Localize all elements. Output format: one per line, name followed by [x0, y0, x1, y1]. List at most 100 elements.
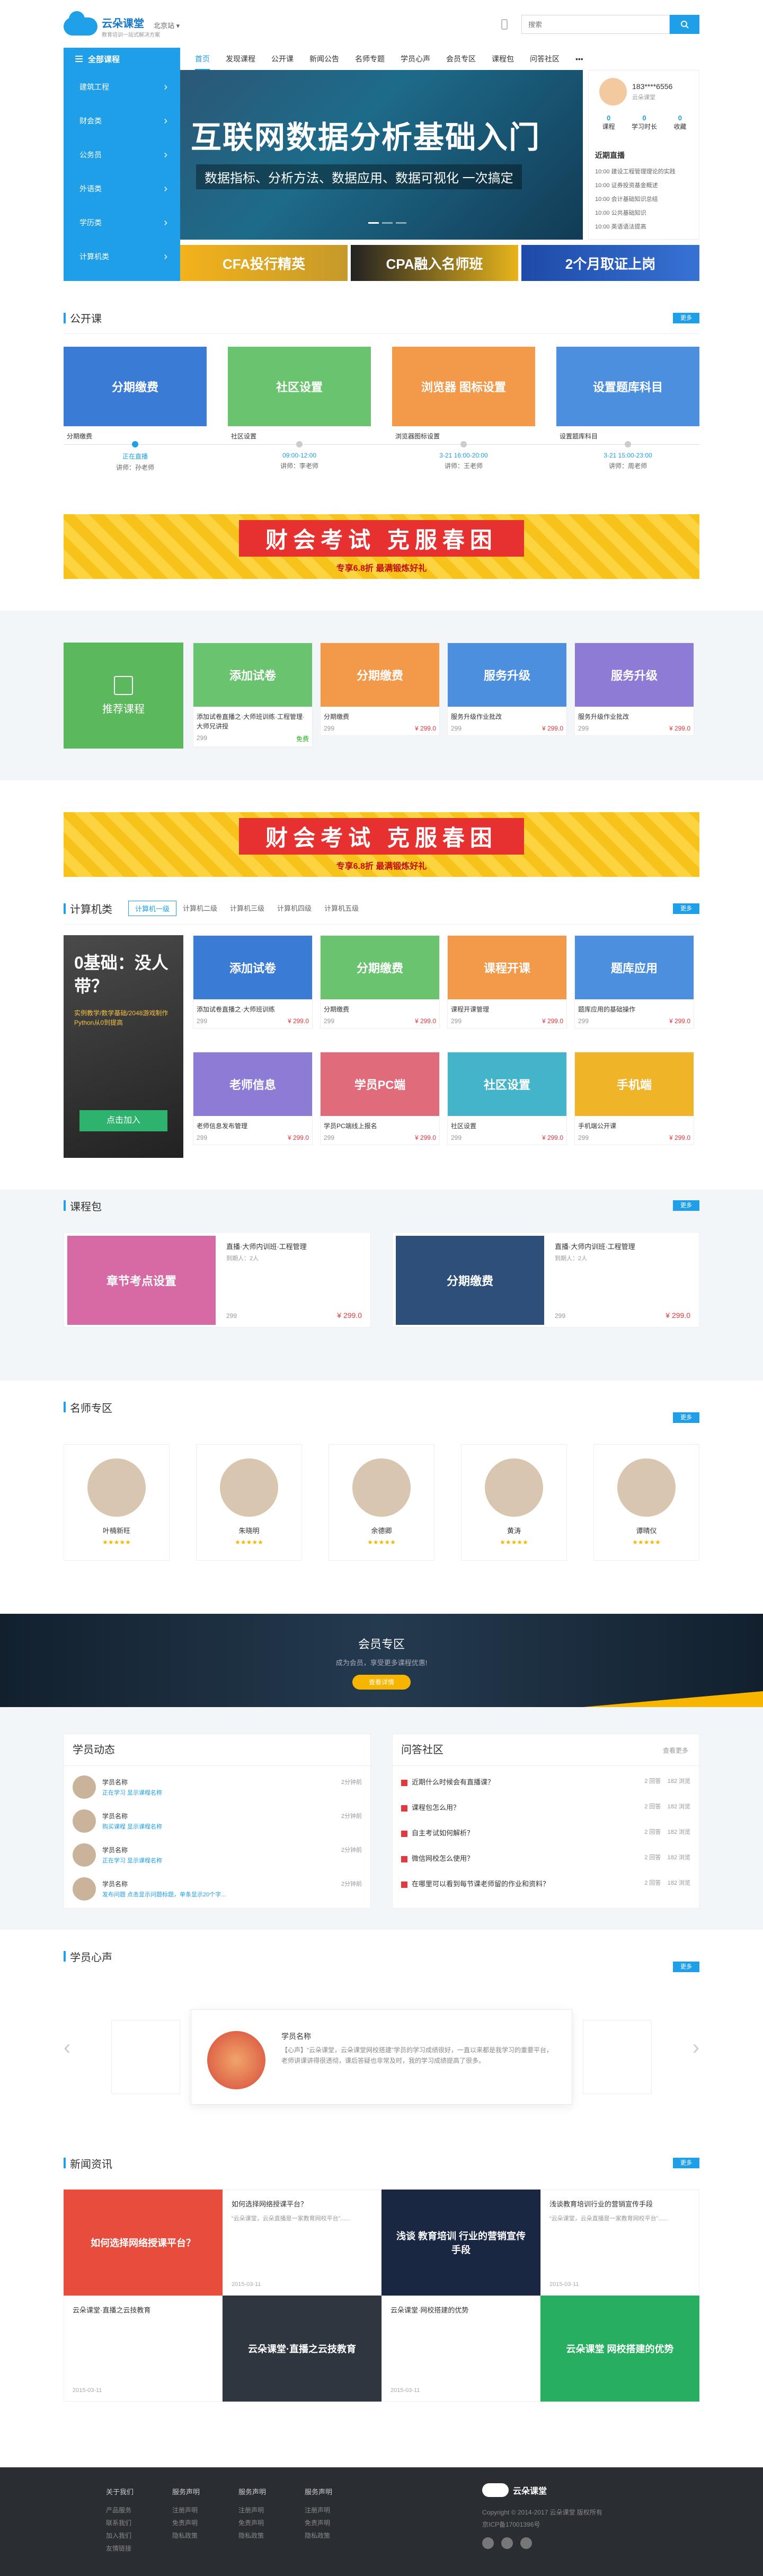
course-card[interactable]: 手机端 手机端公开课 299 ¥ 299.0	[574, 1052, 694, 1145]
mobile-phone-icon[interactable]	[501, 19, 508, 30]
category-item[interactable]: 计算机类	[64, 240, 180, 274]
user-stat[interactable]: 0 学习时长	[632, 114, 657, 131]
category-tab[interactable]: 计算机三级	[224, 901, 271, 916]
teacher-card[interactable]: 谭晴仪 ★★★★★	[593, 1444, 699, 1561]
qa-item[interactable]: 微信网校怎么使用？ 2 回答 182 浏览	[401, 1853, 690, 1869]
footer-link[interactable]: 免责声明	[305, 2517, 332, 2529]
news-item[interactable]: 云朵课堂·网校搭建的优势 2015-03-11	[382, 2296, 540, 2402]
list-item[interactable]: 学员名称 发布问题 点击显示问题标题，单条显示20个字... 2分钟前	[73, 1877, 362, 1904]
footer-link[interactable]: 免责声明	[172, 2517, 200, 2529]
promo-certificate[interactable]: 2个月取证上岗	[521, 245, 699, 281]
news-thumbnail[interactable]: 如何选择网络授课平台？	[64, 2190, 223, 2296]
more-button[interactable]: 更多	[673, 1962, 699, 1972]
avatar[interactable]	[599, 78, 627, 105]
timeline-item[interactable]: 09:00-12:00 讲师：李老师	[228, 441, 371, 470]
ad-banner-2[interactable]: 财会考试 克服春困 专享6.8折 最满锻炼好礼	[64, 812, 699, 877]
more-button[interactable]: 更多	[673, 1412, 699, 1423]
course-card[interactable]: 分期缴费 分期缴费	[64, 347, 207, 441]
category-tab[interactable]: 计算机四级	[271, 901, 318, 916]
footer-link[interactable]: 免责声明	[238, 2517, 266, 2529]
teacher-card[interactable]: 黄涛 ★★★★★	[461, 1444, 567, 1561]
user-stat[interactable]: 0 收藏	[673, 114, 686, 131]
timeline-item[interactable]: 3-21 16:00-20:00 讲师：王老师	[392, 441, 535, 470]
ad-banner-1[interactable]: 财会考试 克服春困 专享6.8折 最满锻炼好礼	[64, 514, 699, 579]
course-card[interactable]: 分期缴费 分期缴费 299 ¥ 299.0	[320, 643, 440, 736]
user-stat[interactable]: 0 课程	[602, 114, 615, 131]
nav-link[interactable]: 公开课	[271, 48, 294, 70]
more-button[interactable]: 更多	[673, 903, 699, 914]
more-button[interactable]: 更多	[673, 1200, 699, 1211]
member-detail-button[interactable]: 查看详情	[352, 1675, 411, 1690]
nav-link[interactable]: 名师专题	[355, 48, 385, 70]
nav-link[interactable]: 课程包	[492, 48, 514, 70]
timeline-item[interactable]: 3-21 15:00-23:00 讲师：周老师	[556, 441, 699, 470]
promo-cfa[interactable]: CFA投行精英	[180, 245, 348, 281]
footer-link[interactable]: 隐私政策	[172, 2529, 200, 2542]
qa-item[interactable]: 自主考试如何解析？ 2 回答 182 浏览	[401, 1827, 690, 1843]
category-item[interactable]: 外语类	[64, 172, 180, 206]
news-item[interactable]: 浅谈教育培训行业的营销宣传手段 “云朵课堂，云朵直播是一家教育网校平台”.....…	[540, 2190, 699, 2296]
news-thumbnail[interactable]: 浅谈 教育培训 行业的营销宣传手段	[382, 2190, 540, 2296]
timeline-item[interactable]: 正在直播 讲师：孙老师	[64, 441, 207, 472]
course-card[interactable]: 服务升级 服务升级作业批改 299 ¥ 299.0	[574, 643, 694, 736]
category-tab[interactable]: 计算机一级	[128, 901, 177, 916]
teacher-card[interactable]: 朱晓明 ★★★★★	[196, 1444, 302, 1561]
qa-item[interactable]: 课程包怎么用？ 2 回答 182 浏览	[401, 1802, 690, 1818]
category-item[interactable]: 公务员	[64, 138, 180, 172]
nav-link[interactable]: 新闻公告	[309, 48, 339, 70]
list-item[interactable]: 学员名称 购买课程 显示课程名称 2分钟前	[73, 1809, 362, 1836]
course-card[interactable]: 浏览器 图标设置 浏览器图标设置	[392, 347, 535, 441]
course-card[interactable]: 添加试卷 添加试卷直播之·大师班训练 299 ¥ 299.0	[193, 935, 313, 1028]
course-card[interactable]: 学员PC端 学员PC端线上报名 299 ¥ 299.0	[320, 1052, 440, 1145]
category-item[interactable]: 学历类	[64, 206, 180, 240]
nav-link[interactable]: 学员心声	[401, 48, 430, 70]
all-courses-button[interactable]: 全部课程	[64, 48, 180, 70]
promo-cpa[interactable]: CPA融入名师班	[351, 245, 518, 281]
search-input[interactable]	[521, 15, 670, 34]
computer-promo[interactable]: 0基础：没人带？ 实例教学/数学基础/2048游戏制作 Python从0到提高 …	[64, 935, 183, 1158]
qa-more-link[interactable]: 查看更多	[663, 1746, 688, 1755]
live-item[interactable]: 10:00 公共基础知识	[595, 206, 694, 220]
footer-link[interactable]: 注册声明	[238, 2504, 266, 2517]
nav-link[interactable]: •••	[575, 48, 583, 70]
list-item[interactable]: 学员名称 正在学习 显示课程名称 2分钟前	[73, 1775, 362, 1802]
site-logo[interactable]: 云朵课堂 教育培训一站式解决方案	[64, 11, 160, 38]
nav-link[interactable]: 问答社区	[530, 48, 560, 70]
course-card[interactable]: 老师信息 老师信息发布管理 299 ¥ 299.0	[193, 1052, 313, 1145]
live-item[interactable]: 10:00 会计基础知识总结	[595, 192, 694, 206]
footer-link[interactable]: 隐私政策	[305, 2529, 332, 2542]
footer-link[interactable]: 注册声明	[172, 2504, 200, 2517]
qq-icon[interactable]	[482, 2537, 494, 2549]
category-tab[interactable]: 计算机二级	[176, 901, 224, 916]
news-thumbnail[interactable]: 云朵课堂 网校搭建的优势	[540, 2296, 699, 2402]
footer-link[interactable]: 联系我们	[106, 2517, 134, 2529]
footer-link[interactable]: 隐私政策	[238, 2529, 266, 2542]
course-card[interactable]: 社区设置 社区设置 299 ¥ 299.0	[447, 1052, 567, 1145]
package-card[interactable]: 章节考点设置 直播·大师内训班·工程管理 到期人：2人 299 ¥ 299.0	[64, 1232, 371, 1327]
weibo-icon[interactable]	[501, 2537, 513, 2549]
qa-item[interactable]: 近期什么时候会有直播课？ 2 回答 182 浏览	[401, 1777, 690, 1792]
list-item[interactable]: 学员名称 正在学习 显示课程名称 2分钟前	[73, 1843, 362, 1870]
footer-link[interactable]: 注册声明	[305, 2504, 332, 2517]
footer-link[interactable]: 加入我们	[106, 2529, 134, 2542]
next-arrow-icon[interactable]: ›	[693, 2036, 699, 2060]
category-item[interactable]: 财会类	[64, 104, 180, 138]
course-card[interactable]: 分期缴费 分期缴费 299 ¥ 299.0	[320, 935, 440, 1028]
more-button[interactable]: 更多	[673, 2158, 699, 2168]
course-card[interactable]: 课程开课 课程开课管理 299 ¥ 299.0	[447, 935, 567, 1028]
teacher-card[interactable]: 叶楠新旺 ★★★★★	[64, 1444, 170, 1561]
recommend-tile[interactable]: 推荐课程	[64, 643, 183, 749]
course-card[interactable]: 社区设置 社区设置	[228, 347, 371, 441]
city-selector[interactable]: 北京站 ▾	[154, 20, 180, 30]
course-card[interactable]: 服务升级 服务升级作业批改 299 ¥ 299.0	[447, 643, 567, 736]
news-thumbnail[interactable]: 云朵课堂·直播之云技教育	[223, 2296, 382, 2402]
footer-link[interactable]: 友情链接	[106, 2542, 134, 2555]
nav-link[interactable]: 发现课程	[226, 48, 255, 70]
live-item[interactable]: 10:00 建设工程管理理论的实践	[595, 165, 694, 179]
course-card[interactable]: 题库应用 题库应用的基础操作 299 ¥ 299.0	[574, 935, 694, 1028]
category-tab[interactable]: 计算机五级	[318, 901, 365, 916]
nav-link[interactable]: 会员专区	[446, 48, 476, 70]
search-button[interactable]	[670, 15, 699, 34]
package-card[interactable]: 分期缴费 直播·大师内训班·工程管理 到期人：2人 299 ¥ 299.0	[392, 1232, 699, 1327]
wechat-icon[interactable]	[520, 2537, 532, 2549]
